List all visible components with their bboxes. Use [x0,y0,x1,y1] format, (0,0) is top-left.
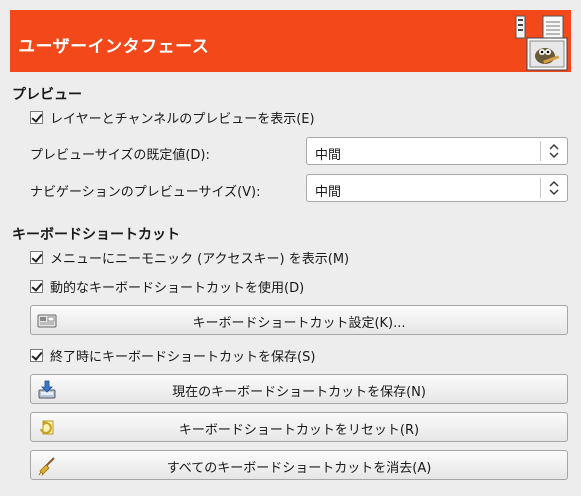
checkbox-checked[interactable] [30,250,43,264]
show-mnemonics-label: メニューにニーモニック (アクセスキー) を表示(M) [50,251,350,267]
default-preview-size-value: 中間 [315,148,342,163]
save-shortcuts-button[interactable]: 現在のキーボードショートカットを保存(N) [30,374,568,404]
checkbox-checked[interactable] [30,110,43,124]
default-preview-size-label: プレビューサイズの既定値(D): [30,148,210,163]
show-mnemonics-checkbox[interactable]: メニューにニーモニック (アクセスキー) を表示(M) [30,248,350,267]
clear-shortcuts-label: すべてのキーボードショートカットを消去(A) [166,461,432,476]
combo-divider [540,141,541,161]
layer-channel-preview-label: レイヤーとチャンネルのプレビューを表示(E) [50,111,315,127]
preview-section-title: プレビュー [12,87,82,103]
default-preview-size-select[interactable]: 中間 [306,137,568,165]
shortcuts-section-title: キーボードショートカット [12,227,180,243]
page-title: ユーザーインタフェース [18,37,210,57]
save-shortcuts-label: 現在のキーボードショートカットを保存(N) [172,385,426,400]
reset-shortcuts-label: キーボードショートカットをリセット(R) [178,423,420,438]
configure-shortcuts-label: キーボードショートカット設定(K)... [192,316,406,331]
save-on-exit-label: 終了時にキーボードショートカットを保存(S) [50,349,316,365]
navigation-preview-size-label: ナビゲーションのプレビューサイズ(V): [30,185,261,200]
chevron-up-down-icon [549,144,559,158]
dynamic-shortcuts-checkbox[interactable]: 動的なキーボードショートカットを使用(D) [30,277,305,296]
navigation-preview-size-value: 中間 [315,185,342,200]
checkbox-checked[interactable] [30,279,43,293]
navigation-preview-size-select[interactable]: 中間 [306,174,568,202]
wilber-preferences-icon [515,15,568,71]
checkbox-checked[interactable] [30,348,43,362]
reset-shortcuts-button[interactable]: キーボードショートカットをリセット(R) [30,412,568,442]
combo-divider [540,178,541,198]
clear-shortcuts-button[interactable]: すべてのキーボードショートカットを消去(A) [30,450,568,480]
page-header: ユーザーインタフェース [10,10,571,72]
chevron-up-down-icon [549,181,559,195]
layer-channel-preview-checkbox[interactable]: レイヤーとチャンネルのプレビューを表示(E) [30,108,315,127]
configure-shortcuts-button[interactable]: キーボードショートカット設定(K)... [30,305,568,335]
save-on-exit-checkbox[interactable]: 終了時にキーボードショートカットを保存(S) [30,346,316,365]
dynamic-shortcuts-label: 動的なキーボードショートカットを使用(D) [50,280,305,296]
